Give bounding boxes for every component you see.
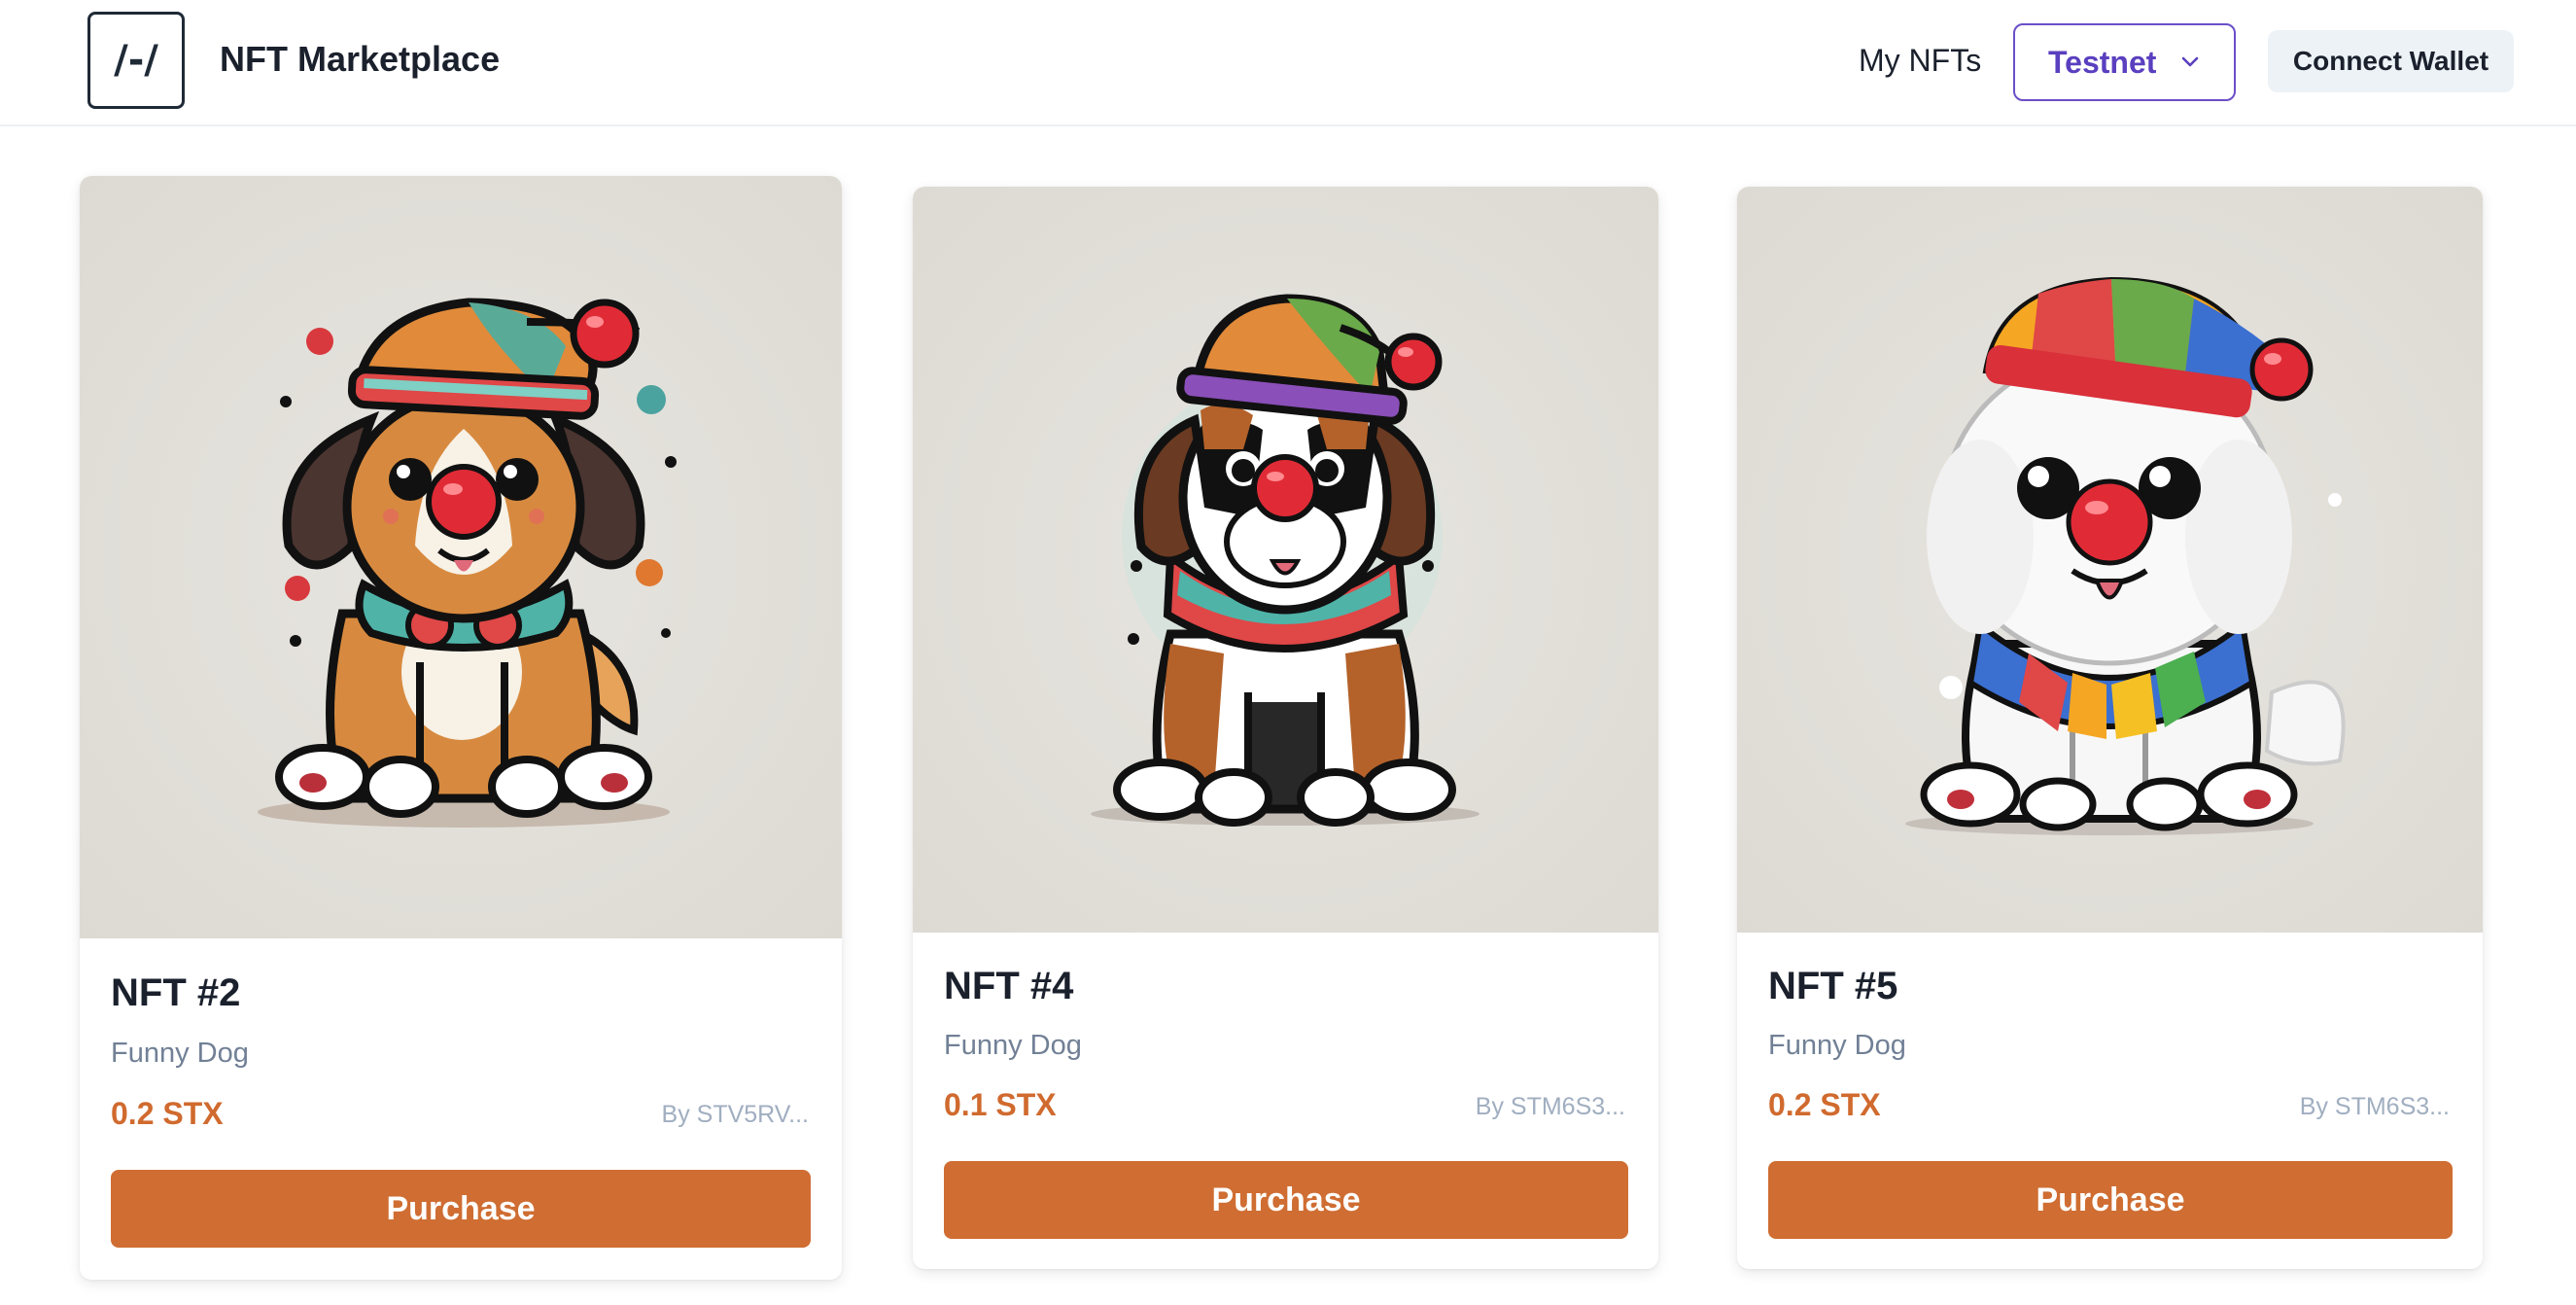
nft-price: 0.2 STX [111,1096,224,1131]
nft-image[interactable] [913,187,1658,933]
top-navbar: /-/ NFT Marketplace My NFTs Testnet Conn… [0,0,2576,126]
nft-card: NFT #5 Funny Dog 0.2 STX By STM6S3... Pu… [1737,187,2483,1269]
nft-price: 0.2 STX [1768,1087,1881,1122]
nft-owner: By STM6S3... [1475,1093,1625,1120]
nft-name: NFT #2 [111,971,241,1014]
nft-collection: Funny Dog [1768,1030,1906,1061]
app-title[interactable]: NFT Marketplace [220,39,500,80]
clown-dog-brown-illustration [258,298,677,828]
nft-collection: Funny Dog [944,1030,1082,1061]
app-logo[interactable]: /-/ [87,12,185,109]
nft-card: NFT #2 Funny Dog 0.2 STX By STV5RV... Pu… [80,176,842,1280]
nft-owner: By STV5RV... [661,1101,809,1128]
network-select[interactable]: Testnet [2013,23,2236,101]
purchase-button[interactable]: Purchase [944,1161,1628,1239]
my-nfts-link[interactable]: My NFTs [1859,43,1981,79]
purchase-button[interactable]: Purchase [1768,1161,2453,1239]
connect-wallet-button[interactable]: Connect Wallet [2268,30,2514,92]
chevron-down-icon [2181,56,2199,68]
nft-name: NFT #5 [1768,965,1898,1007]
nft-price: 0.1 STX [944,1087,1057,1122]
network-select-value: Testnet [2048,44,2157,80]
purchase-button[interactable]: Purchase [111,1170,811,1248]
nft-image[interactable] [1737,187,2483,933]
nft-collection: Funny Dog [111,1038,249,1069]
clown-dog-saint-bernard-illustration [1091,294,1479,827]
nft-name: NFT #4 [944,965,1074,1007]
nft-card: NFT #4 Funny Dog 0.1 STX By STM6S3... Pu… [913,187,1658,1269]
logo-text: /-/ [114,38,158,83]
nft-image[interactable] [80,176,842,938]
nft-owner: By STM6S3... [2299,1093,2450,1120]
clown-dog-white-fluffy-illustration [1905,276,2346,835]
